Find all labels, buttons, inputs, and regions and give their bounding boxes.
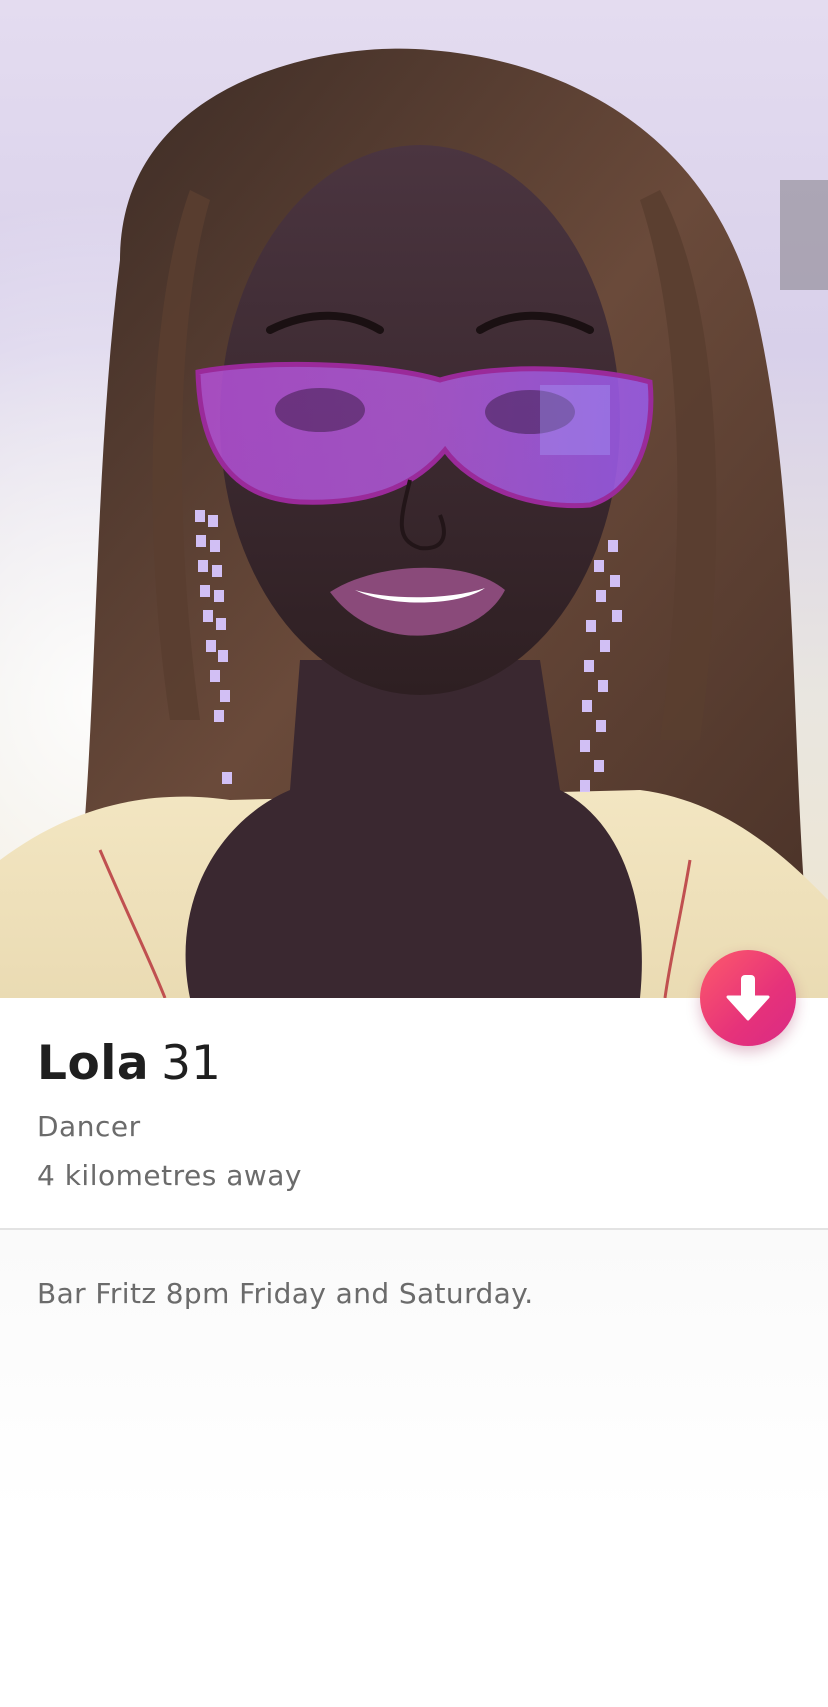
bio-section: Bar Fritz 8pm Friday and Saturday. <box>0 1230 828 1707</box>
profile-bio: Bar Fritz 8pm Friday and Saturday. <box>37 1277 534 1310</box>
profile-info: Lola 31 Dancer 4 kilometres away <box>0 998 828 1228</box>
profile-age: 31 <box>161 1036 221 1091</box>
profile-heading: Lola 31 <box>37 1036 221 1091</box>
profile-distance: 4 kilometres away <box>37 1159 302 1192</box>
profile-card: Lola 31 Dancer 4 kilometres away Bar Frit… <box>0 0 828 1707</box>
profile-photo-illustration <box>0 0 828 998</box>
profile-job: Dancer <box>37 1110 141 1143</box>
profile-photo[interactable] <box>0 0 828 998</box>
profile-name: Lola <box>37 1036 150 1091</box>
